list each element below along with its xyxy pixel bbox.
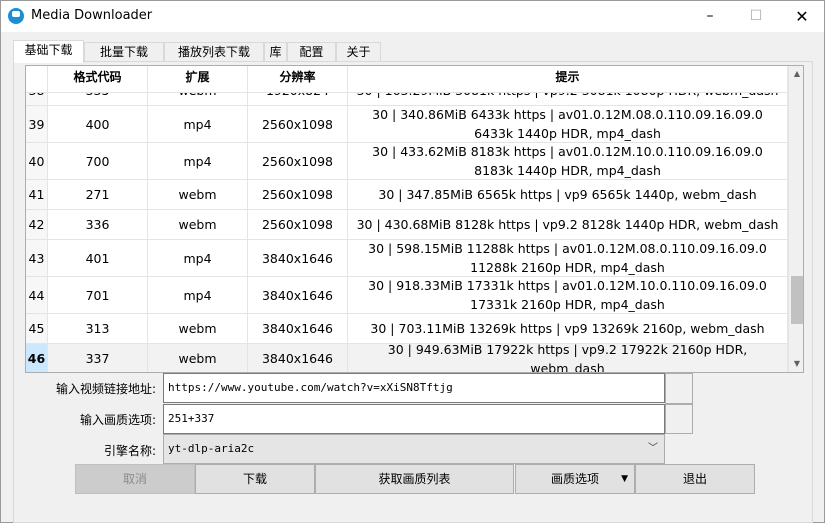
column-header-hint[interactable]: 提示 [348, 66, 788, 93]
extension-cell[interactable]: mp4 [148, 106, 248, 142]
format-code-cell[interactable]: 313 [48, 314, 148, 343]
app-logo-icon [8, 8, 24, 24]
maximize-icon[interactable]: ☐ [733, 1, 779, 32]
url-side-button[interactable] [665, 373, 693, 404]
tab-batch-download[interactable]: 批量下载 [84, 42, 164, 62]
column-header-resolution[interactable]: 分辨率 [248, 66, 348, 93]
hint-cell[interactable]: 30 | 340.86MiB 6433k https | av01.0.12M.… [348, 106, 788, 142]
resolution-cell[interactable]: 3840x1646 [248, 314, 348, 343]
table-row[interactable]: 46 337 webm 3840x1646 30 | 949.63MiB 17922k … [26, 342, 788, 372]
resolution-cell[interactable]: 2560x1098 [248, 210, 348, 239]
format-code-cell[interactable]: 701 [48, 277, 148, 313]
row-number-cell[interactable]: 45 [26, 314, 48, 343]
table-row[interactable]: 44 701 mp4 3840x1646 30 | 918.33MiB 17331k h… [26, 277, 788, 314]
window-title: Media Downloader [31, 8, 153, 23]
close-icon[interactable]: ✕ [779, 1, 825, 32]
table-row[interactable]: 43 401 mp4 3840x1646 30 | 598.15MiB 11288k h… [26, 240, 788, 277]
extension-cell[interactable]: mp4 [148, 277, 248, 313]
format-code-cell[interactable]: 337 [48, 344, 148, 372]
format-code-cell[interactable]: 335 [48, 93, 148, 105]
tab-basic-download[interactable]: 基础下载 [13, 40, 84, 63]
extension-cell[interactable]: webm [148, 180, 248, 209]
table-row[interactable]: 39 400 mp4 2560x1098 30 | 340.86MiB 6433k ht… [26, 106, 788, 143]
scrollbar-thumb[interactable] [791, 276, 803, 325]
hint-cell[interactable]: 30 | 433.62MiB 8183k https | av01.0.12M.… [348, 143, 788, 179]
row-number-cell[interactable]: 40 [26, 143, 48, 179]
tab-settings[interactable]: 配置 [287, 42, 336, 62]
quality-label: 输入画质选项: [79, 413, 156, 427]
engine-select[interactable]: yt-dlp-aria2c ﹀ [163, 434, 665, 464]
table-row[interactable]: 41 271 webm 2560x1098 30 | 347.85MiB 6565k h… [26, 180, 788, 210]
format-table: 格式代码 扩展 分辨率 提示 38335webm1920x82430 | 163… [25, 65, 804, 373]
extension-cell[interactable]: webm [148, 314, 248, 343]
chevron-down-icon: ﹀ [648, 443, 658, 454]
resolution-cell[interactable]: 3840x1646 [248, 277, 348, 313]
quality-options-button[interactable]: 画质选项 ▼ [515, 464, 635, 494]
table-body: 38335webm1920x82430 | 163.29MiB 3081k ht… [26, 93, 788, 372]
url-label: 输入视频链接地址: [55, 382, 156, 396]
row-number-cell[interactable]: 38 [26, 93, 48, 105]
resolution-cell[interactable]: 2560x1098 [248, 106, 348, 142]
quality-input[interactable]: 251+337 [163, 404, 665, 434]
extension-cell[interactable]: mp4 [148, 240, 248, 276]
row-number-cell[interactable]: 46 [26, 344, 48, 372]
tab-library[interactable]: 库 [264, 42, 287, 62]
resolution-cell[interactable]: 2560x1098 [248, 143, 348, 179]
tab-about[interactable]: 关于 [336, 42, 381, 62]
resolution-cell[interactable]: 1920x824 [248, 93, 348, 105]
column-header-format-code[interactable]: 格式代码 [48, 66, 148, 93]
dropdown-arrow-icon: ▼ [621, 474, 628, 484]
row-number-cell[interactable]: 41 [26, 180, 48, 209]
hint-cell[interactable]: 30 | 430.68MiB 8128k https | vp9.2 8128k… [348, 210, 788, 239]
row-number-cell[interactable]: 42 [26, 210, 48, 239]
tab-playlist-download[interactable]: 播放列表下载 [164, 42, 264, 62]
quality-options-label: 画质选项 [550, 472, 599, 486]
resolution-cell[interactable]: 2560x1098 [248, 180, 348, 209]
format-code-cell[interactable]: 401 [48, 240, 148, 276]
engine-select-value: yt-dlp-aria2c [168, 442, 255, 455]
scroll-up-icon[interactable]: ▲ [789, 66, 803, 82]
url-input[interactable]: https://www.youtube.com/watch?v=xXiSN8Tf… [163, 373, 665, 403]
hint-cell[interactable]: 30 | 949.63MiB 17922k https | vp9.2 1792… [348, 342, 788, 372]
row-number-cell[interactable]: 44 [26, 277, 48, 313]
format-code-cell[interactable]: 400 [48, 106, 148, 142]
table-row[interactable]: 40 700 mp4 2560x1098 30 | 433.62MiB 8183k ht… [26, 143, 788, 180]
resolution-cell[interactable]: 3840x1646 [248, 240, 348, 276]
engine-label: 引擎名称: [103, 444, 156, 458]
row-number-cell[interactable]: 43 [26, 240, 48, 276]
vertical-scrollbar[interactable]: ▲ ▼ [788, 66, 803, 372]
basic-download-panel: 格式代码 扩展 分辨率 提示 38335webm1920x82430 | 163… [13, 61, 813, 523]
scroll-down-icon[interactable]: ▼ [789, 356, 803, 372]
extension-cell[interactable]: webm [148, 93, 248, 105]
extension-cell[interactable]: webm [148, 344, 248, 372]
format-code-cell[interactable]: 700 [48, 143, 148, 179]
column-header-row-number [26, 66, 48, 93]
row-number-cell[interactable]: 39 [26, 106, 48, 142]
hint-cell[interactable]: 30 | 163.29MiB 3081k https | vp9.2 3081k… [348, 93, 788, 105]
table-row[interactable]: 42 336 webm 2560x1098 30 | 430.68MiB 8128k h… [26, 210, 788, 240]
format-code-cell[interactable]: 271 [48, 180, 148, 209]
hint-cell[interactable]: 30 | 347.85MiB 6565k https | vp9 6565k 1… [348, 180, 788, 209]
format-code-cell[interactable]: 336 [48, 210, 148, 239]
exit-button[interactable]: 退出 [635, 464, 755, 494]
extension-cell[interactable]: mp4 [148, 143, 248, 179]
extension-cell[interactable]: webm [148, 210, 248, 239]
title-bar[interactable]: Media Downloader – ☐ ✕ [1, 1, 824, 32]
quality-side-button[interactable] [665, 404, 693, 434]
app-window: Media Downloader – ☐ ✕ 基础下载 批量下载 播放列表下载 … [0, 0, 825, 523]
resolution-cell[interactable]: 3840x1646 [248, 344, 348, 372]
get-quality-list-button[interactable]: 获取画质列表 [315, 464, 514, 494]
minimize-icon[interactable]: – [687, 1, 733, 32]
column-header-extension[interactable]: 扩展 [148, 66, 248, 93]
cancel-button[interactable]: 取消 [75, 464, 195, 494]
hint-cell[interactable]: 30 | 918.33MiB 17331k https | av01.0.12M… [348, 277, 788, 313]
hint-cell[interactable]: 30 | 598.15MiB 11288k https | av01.0.12M… [348, 240, 788, 276]
download-button[interactable]: 下载 [195, 464, 315, 494]
table-rows: 38335webm1920x82430 | 163.29MiB 3081k ht… [26, 93, 788, 372]
